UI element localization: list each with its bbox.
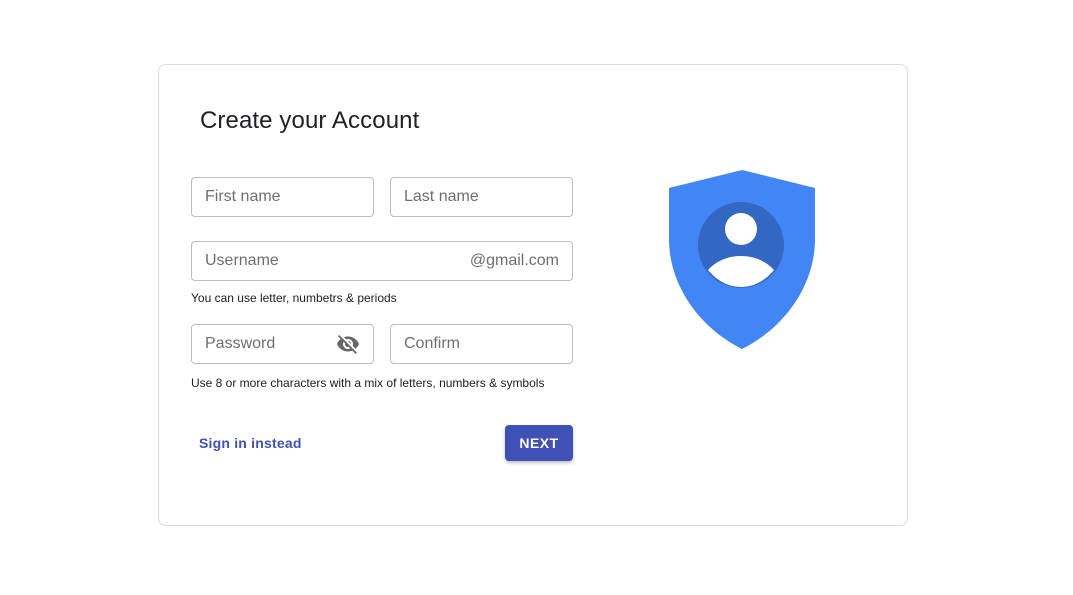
first-name-field[interactable]: First name bbox=[191, 177, 374, 217]
password-hint: Use 8 or more characters with a mix of l… bbox=[191, 376, 545, 390]
next-button[interactable]: NEXT bbox=[505, 425, 573, 461]
username-field[interactable]: Username @gmail.com bbox=[191, 241, 573, 281]
username-hint: You can use letter, numbetrs & periods bbox=[191, 291, 397, 305]
sign-in-instead-link[interactable]: Sign in instead bbox=[199, 435, 302, 451]
username-domain-suffix: @gmail.com bbox=[469, 252, 559, 269]
visibility-off-icon[interactable] bbox=[336, 332, 360, 356]
first-name-placeholder: First name bbox=[205, 188, 281, 205]
password-placeholder: Password bbox=[205, 335, 276, 352]
confirm-placeholder: Confirm bbox=[404, 335, 461, 352]
signup-card: Create your Account First name Last name… bbox=[158, 64, 908, 526]
password-field[interactable]: Password bbox=[191, 324, 374, 364]
username-placeholder: Username bbox=[205, 252, 279, 269]
last-name-field[interactable]: Last name bbox=[390, 177, 573, 217]
confirm-password-field[interactable]: Confirm bbox=[390, 324, 573, 364]
account-shield-icon bbox=[669, 169, 815, 350]
last-name-placeholder: Last name bbox=[404, 188, 479, 205]
page-title: Create your Account bbox=[200, 107, 420, 134]
